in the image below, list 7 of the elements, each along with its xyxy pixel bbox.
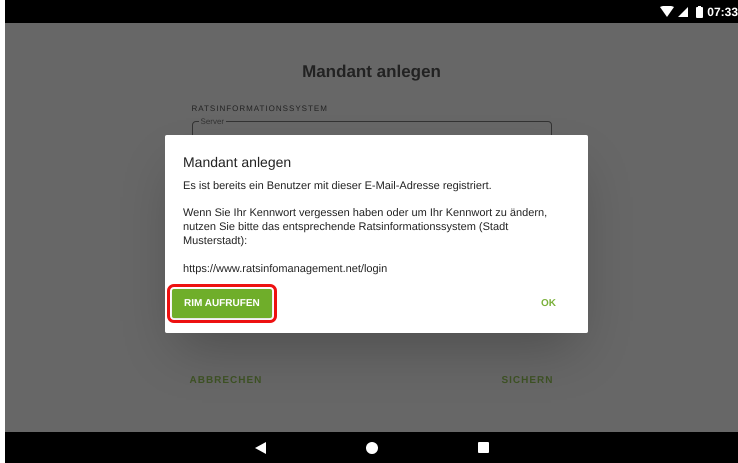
status-time: 07:33: [707, 4, 738, 20]
dialog-details: Wenn Sie Ihr Kennwort vergessen haben oder um Ihr Kennwort zu ändern, nutzen Sie bitte das entsprechende Ratsinformationssystem (Stadt Musterstadt):: [183, 206, 548, 248]
dialog-title: Mandant anlegen: [183, 153, 292, 172]
page-title: Mandant anlegen: [302, 61, 441, 83]
dialog-message: Es ist bereits ein Benutzer mit dieser E-Mail-Adresse registriert.: [183, 179, 493, 193]
dialog-url: https://www.ratsinfomanagement.net/login: [183, 262, 388, 277]
section-label: RATSINFORMATIONSSYSTEM: [192, 102, 329, 114]
